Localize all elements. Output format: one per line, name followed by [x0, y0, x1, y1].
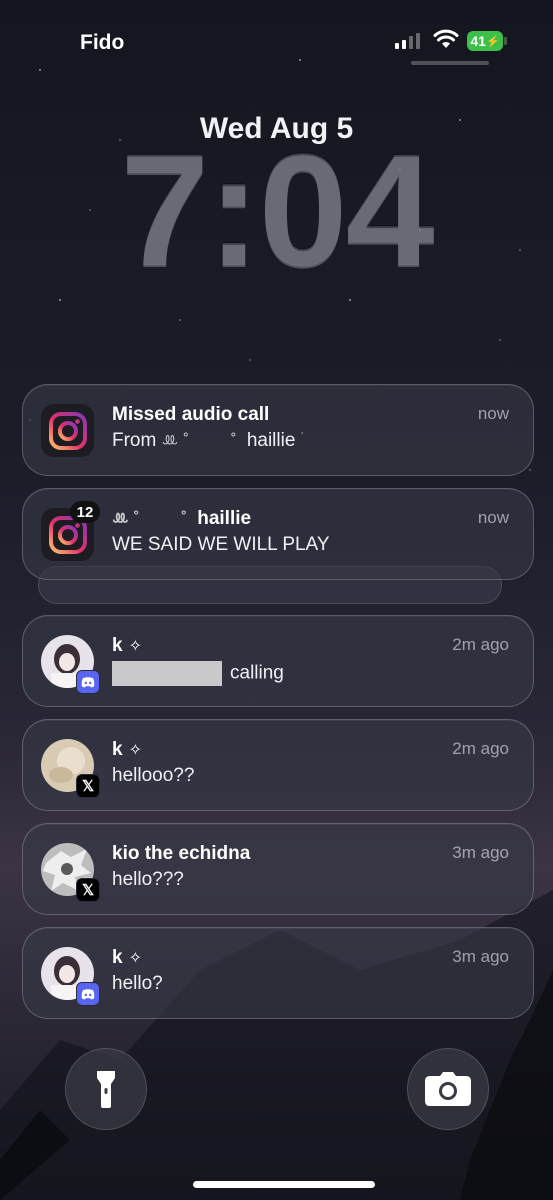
- sender-name: haillie: [197, 508, 252, 529]
- notification-title: k ✧: [112, 635, 142, 657]
- discord-icon: [76, 670, 100, 694]
- notification-title: ꔛ˚ ⠀ ˚ haillie: [112, 508, 251, 530]
- battery-cap: [504, 37, 507, 45]
- notification-body: calling: [112, 661, 284, 686]
- notification-body: From ꔛ˚ ⠀ ˚ haillie ˙: [112, 430, 305, 452]
- notification-x-message[interactable]: 𝕏 k ✧ hellooo?? 2m ago: [22, 719, 534, 811]
- notification-discord-call[interactable]: k ✧ calling 2m ago: [22, 615, 534, 707]
- body-text: calling: [230, 662, 284, 684]
- notification-time: now: [477, 508, 509, 527]
- notification-time: 3m ago: [452, 843, 509, 862]
- redacted-block: [112, 661, 222, 686]
- battery-icon: 41 ⚡: [467, 31, 503, 51]
- body-prefix: From: [112, 430, 157, 451]
- notification-x-message[interactable]: 𝕏 kio the echidna hello??? 3m ago: [22, 823, 534, 915]
- carrier-label: Fido: [80, 31, 125, 54]
- discord-icon: [76, 982, 100, 1006]
- instagram-icon: [41, 404, 94, 457]
- notification-time: 2m ago: [452, 739, 509, 758]
- notification-body: hellooo??: [112, 765, 195, 786]
- notification-instagram-call[interactable]: Missed audio call From ꔛ˚ ⠀ ˚ haillie ˙ …: [22, 384, 534, 476]
- flashlight-icon: [97, 1071, 115, 1108]
- decorative-emoji-icon: ꔛ˚ ⠀ ˚: [112, 509, 192, 528]
- status-indicator-bar: [411, 61, 489, 65]
- notification-instagram-message-group[interactable]: 12 ꔛ˚ ⠀ ˚ haillie WE SAID WE WILL PLAY n…: [22, 488, 534, 580]
- notification-discord-message[interactable]: k ✧ hello? 3m ago: [22, 927, 534, 1019]
- sparkle-icon: ✧: [128, 950, 142, 967]
- sender-name: k: [112, 739, 123, 760]
- x-icon: 𝕏: [76, 774, 100, 798]
- sender-name: k: [112, 635, 123, 656]
- unread-count-badge: 12: [70, 501, 100, 523]
- x-icon: 𝕏: [76, 878, 100, 902]
- notification-time: 2m ago: [452, 635, 509, 654]
- status-bar: Fido 41 ⚡: [0, 0, 553, 80]
- battery-level: 41: [470, 33, 486, 49]
- cellular-signal-icon: [395, 33, 420, 49]
- notification-time: 3m ago: [452, 947, 509, 966]
- notification-title: kio the echidna: [112, 843, 251, 864]
- notification-title: Missed audio call: [112, 404, 270, 425]
- wifi-icon: [433, 29, 459, 48]
- home-indicator[interactable]: [193, 1181, 375, 1188]
- notification-time: now: [477, 404, 509, 423]
- notification-body: hello???: [112, 869, 184, 890]
- decorative-dot-icon: ˙: [300, 430, 305, 444]
- notification-body: hello?: [112, 973, 163, 994]
- decorative-emoji-icon: ꔛ˚ ⠀ ˚: [161, 431, 242, 450]
- lock-clock: 7:04: [120, 120, 434, 299]
- sender-name: k: [112, 947, 123, 968]
- notification-body: WE SAID WE WILL PLAY: [112, 534, 330, 555]
- notification-title: k ✧: [112, 947, 142, 969]
- notification-title: k ✧: [112, 739, 142, 761]
- flashlight-button[interactable]: [65, 1048, 147, 1130]
- camera-icon: [425, 1072, 471, 1106]
- sparkle-icon: ✧: [128, 742, 142, 759]
- sparkle-icon: ✧: [128, 638, 142, 655]
- camera-button[interactable]: [407, 1048, 489, 1130]
- sender-name: haillie: [246, 430, 296, 451]
